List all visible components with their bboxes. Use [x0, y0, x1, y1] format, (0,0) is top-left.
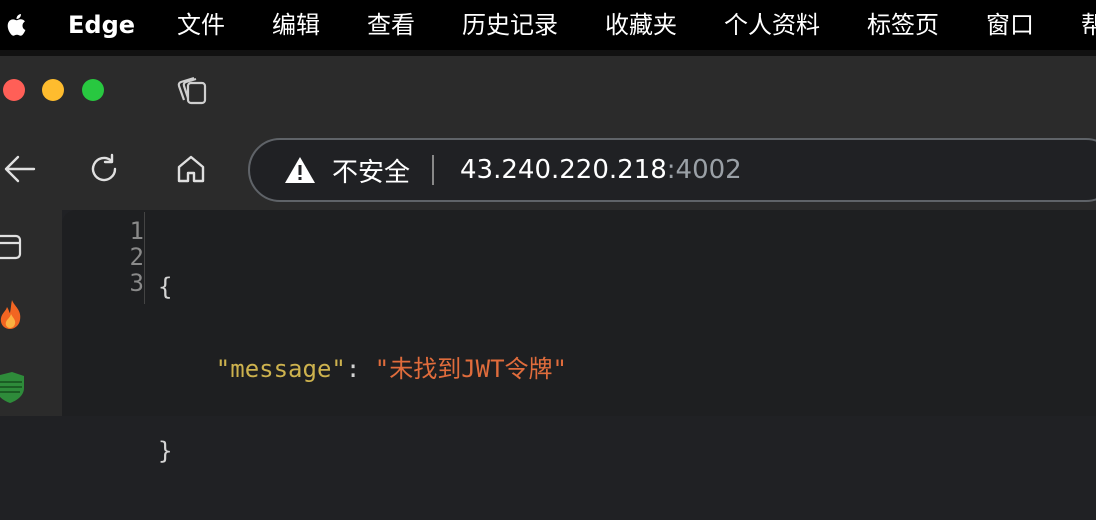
json-colon: : [345, 355, 375, 383]
menu-bar: Edge 文件 编辑 查看 历史记录 收藏夹 个人资料 标签页 窗口 帮 [0, 0, 1096, 50]
menu-history[interactable]: 历史记录 [462, 0, 558, 50]
line-number: 1 [129, 217, 144, 245]
warning-icon[interactable] [284, 155, 316, 185]
menu-app-name[interactable]: Edge [68, 0, 135, 50]
security-label[interactable]: 不安全 [332, 152, 410, 189]
apple-icon[interactable] [6, 13, 26, 37]
url-host[interactable]: 43.240.220.218 [460, 155, 667, 185]
home-button[interactable] [172, 150, 210, 188]
menu-tabs[interactable]: 标签页 [867, 0, 939, 50]
json-open-brace: { [158, 273, 173, 301]
shield-icon[interactable] [0, 370, 24, 403]
menu-view[interactable]: 查看 [367, 0, 415, 50]
line-number-gutter: 1 2 3 [62, 218, 144, 296]
menu-profile[interactable]: 个人资料 [724, 0, 820, 50]
back-arrow-icon [4, 155, 36, 183]
home-icon [177, 155, 205, 183]
gutter-divider [144, 212, 145, 304]
address-bar[interactable]: 不安全 43.240.220.218:4002 [248, 138, 1096, 202]
json-value: "未找到JWT令牌" [374, 355, 567, 383]
json-viewer: 1 2 3 { "message": "未找到JWT令牌" } [62, 210, 1096, 464]
menu-edit[interactable]: 编辑 [272, 0, 320, 50]
minimize-window-button[interactable] [42, 79, 64, 101]
refresh-icon [91, 153, 117, 182]
json-key: "message" [215, 355, 346, 383]
back-button[interactable] [0, 150, 38, 188]
maximize-window-button[interactable] [82, 79, 104, 101]
json-code: { "message": "未找到JWT令牌" } [158, 218, 567, 520]
fire-icon[interactable] [0, 298, 24, 329]
menu-window[interactable]: 窗口 [986, 0, 1034, 50]
menu-help[interactable]: 帮 [1081, 0, 1096, 50]
refresh-button[interactable] [85, 150, 123, 188]
line-number: 2 [129, 243, 144, 271]
menu-file[interactable]: 文件 [177, 0, 225, 50]
tab-icon[interactable] [0, 232, 24, 262]
close-window-button[interactable] [3, 79, 25, 101]
json-line-message: "message": "未找到JWT令牌" [158, 356, 567, 382]
address-divider [432, 155, 435, 185]
line-number: 3 [129, 269, 144, 297]
json-close-brace: } [158, 437, 173, 465]
menu-favorites[interactable]: 收藏夹 [605, 0, 677, 50]
url-port[interactable]: :4002 [667, 155, 742, 185]
tabs-icon[interactable] [174, 74, 210, 108]
